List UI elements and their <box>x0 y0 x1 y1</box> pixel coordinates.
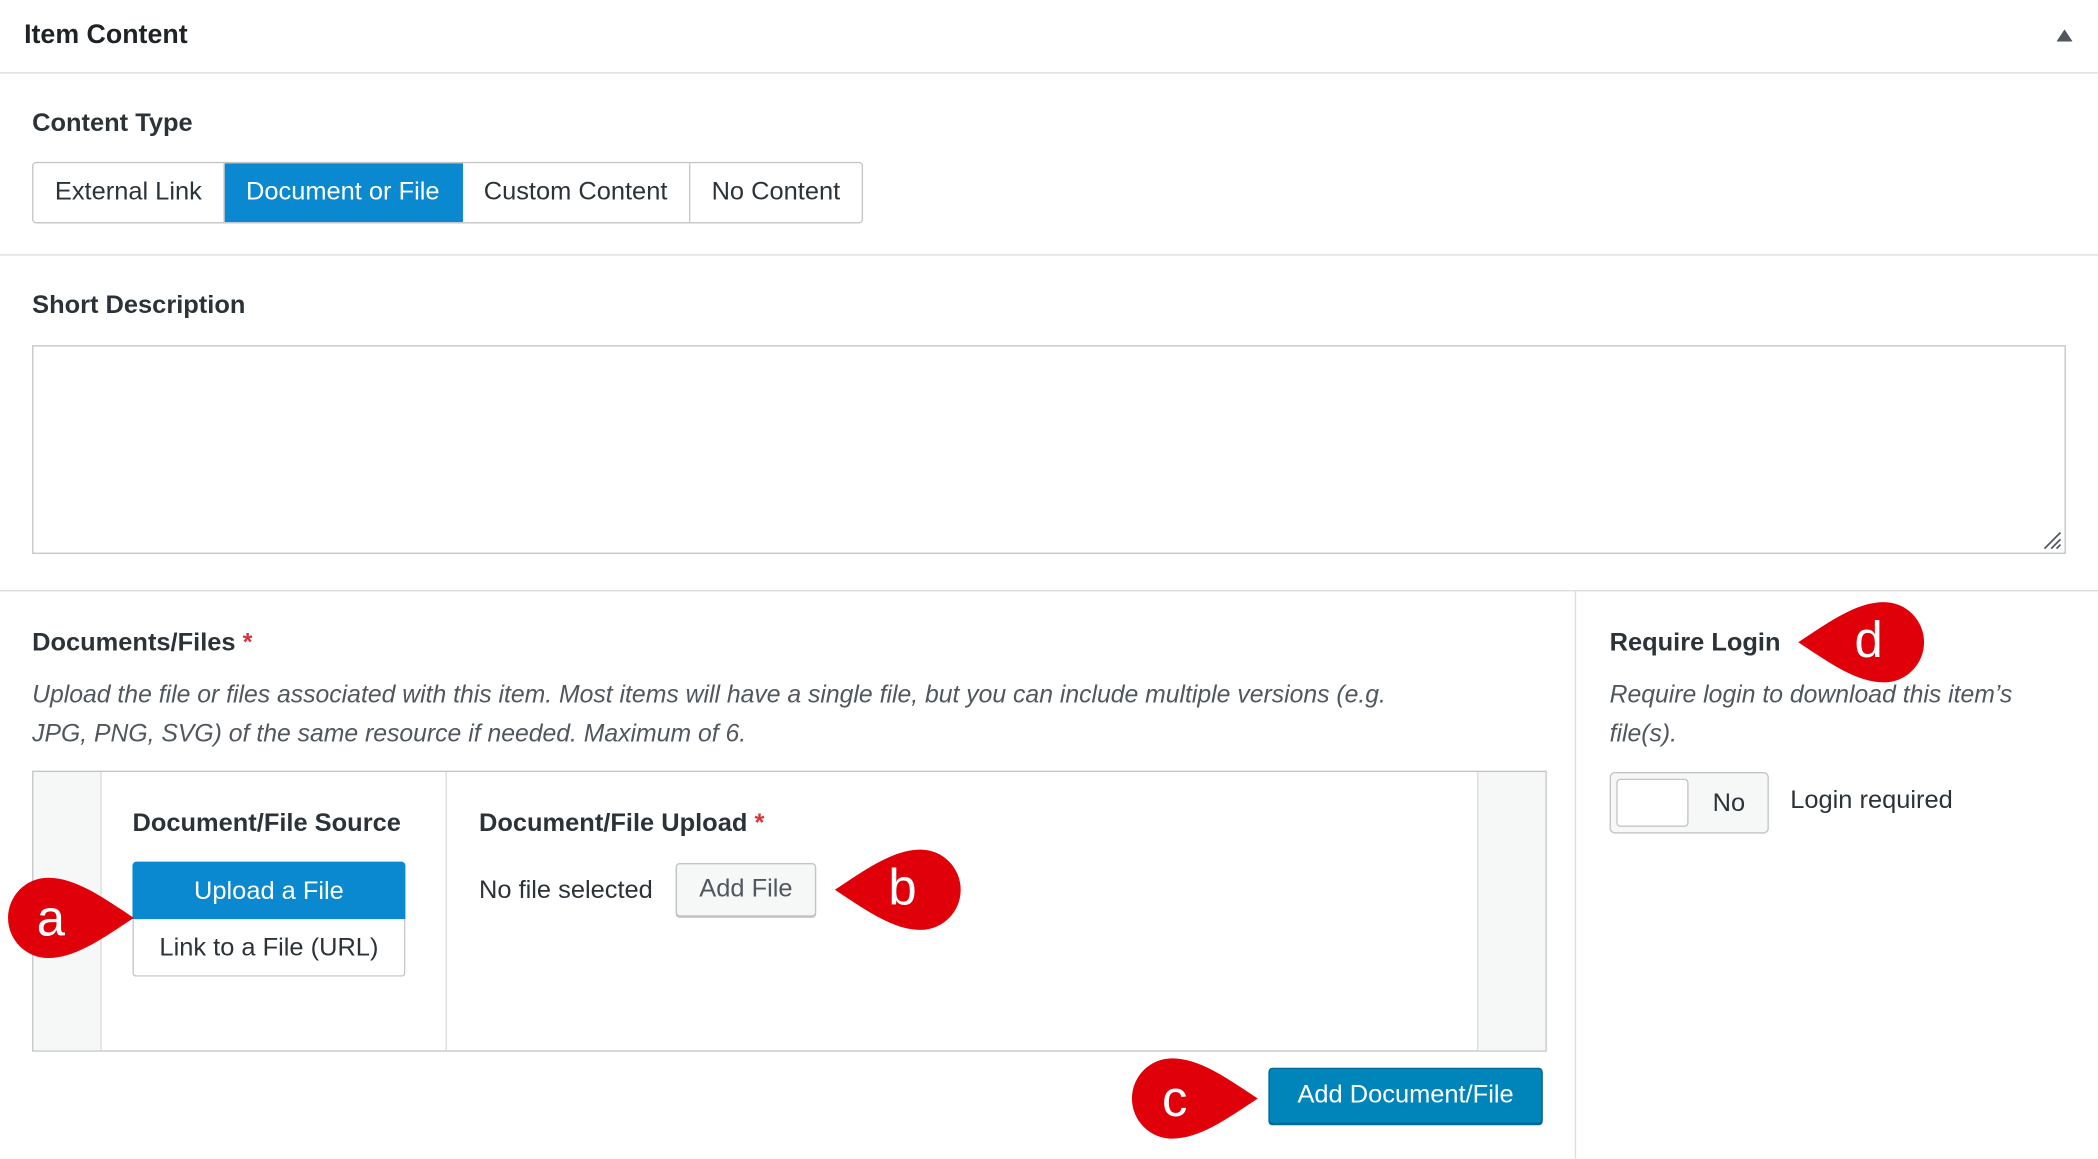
file-upload-label: Document/File Upload * <box>479 809 764 838</box>
divider <box>0 590 2098 592</box>
short-description-textarea[interactable] <box>32 345 2066 554</box>
callout-marker-a: a <box>8 877 134 959</box>
column-divider <box>445 772 447 1051</box>
link-to-file-option[interactable]: Link to a File (URL) <box>132 919 406 977</box>
required-marker: * <box>242 628 253 657</box>
required-marker: * <box>754 809 765 838</box>
login-required-caption: Login required <box>1790 786 1953 815</box>
file-upload-label-text: Document/File Upload <box>479 809 748 838</box>
toggle-state-text: No <box>1712 789 1746 818</box>
content-type-custom-content[interactable]: Custom Content <box>462 163 691 223</box>
require-login-help-line-2: file(s). <box>1609 718 1678 747</box>
content-type-external-link[interactable]: External Link <box>33 163 225 223</box>
file-status-text: No file selected <box>479 876 653 905</box>
callout-letter-c: c <box>1162 1070 1187 1127</box>
callout-letter-d: d <box>1854 612 1883 669</box>
callout-marker-c: c <box>1131 1058 1258 1139</box>
add-file-button[interactable]: Add File <box>675 863 817 917</box>
documents-label: Documents/Files * <box>32 629 252 658</box>
triangle-up-icon[interactable] <box>2056 29 2073 42</box>
content-type-selector: External Link Document or File Custom Co… <box>32 161 863 224</box>
require-login-toggle[interactable]: No <box>1609 772 1769 834</box>
content-type-label: Content Type <box>32 109 193 138</box>
divider <box>0 254 2098 256</box>
callout-letter-a: a <box>37 889 66 946</box>
column-divider <box>1574 591 1577 1159</box>
upload-a-file-option[interactable]: Upload a File <box>132 861 406 920</box>
panel-title: Item Content <box>24 20 188 50</box>
document-repeater-row: Document/File Source Upload a File Link … <box>32 770 1547 1052</box>
documents-help-line-1: Upload the file or files associated with… <box>32 679 1386 708</box>
require-login-label: Require Login <box>1609 628 1781 657</box>
short-description-label: Short Description <box>32 291 246 320</box>
content-type-document-or-file[interactable]: Document or File <box>224 163 463 223</box>
panel-header: Item Content <box>0 0 2098 74</box>
callout-letter-b: b <box>888 860 917 917</box>
documents-label-text: Documents/Files <box>32 628 236 657</box>
add-document-file-button[interactable]: Add Document/File <box>1268 1067 1543 1124</box>
resize-handle-icon[interactable] <box>2040 529 2062 550</box>
content-type-no-content[interactable]: No Content <box>690 163 862 223</box>
documents-help-line-2: JPG, PNG, SVG) of the same resource if n… <box>32 718 747 747</box>
row-actions-handle[interactable] <box>1477 772 1546 1051</box>
toggle-knob <box>1616 778 1689 827</box>
file-source-label: Document/File Source <box>132 809 401 838</box>
